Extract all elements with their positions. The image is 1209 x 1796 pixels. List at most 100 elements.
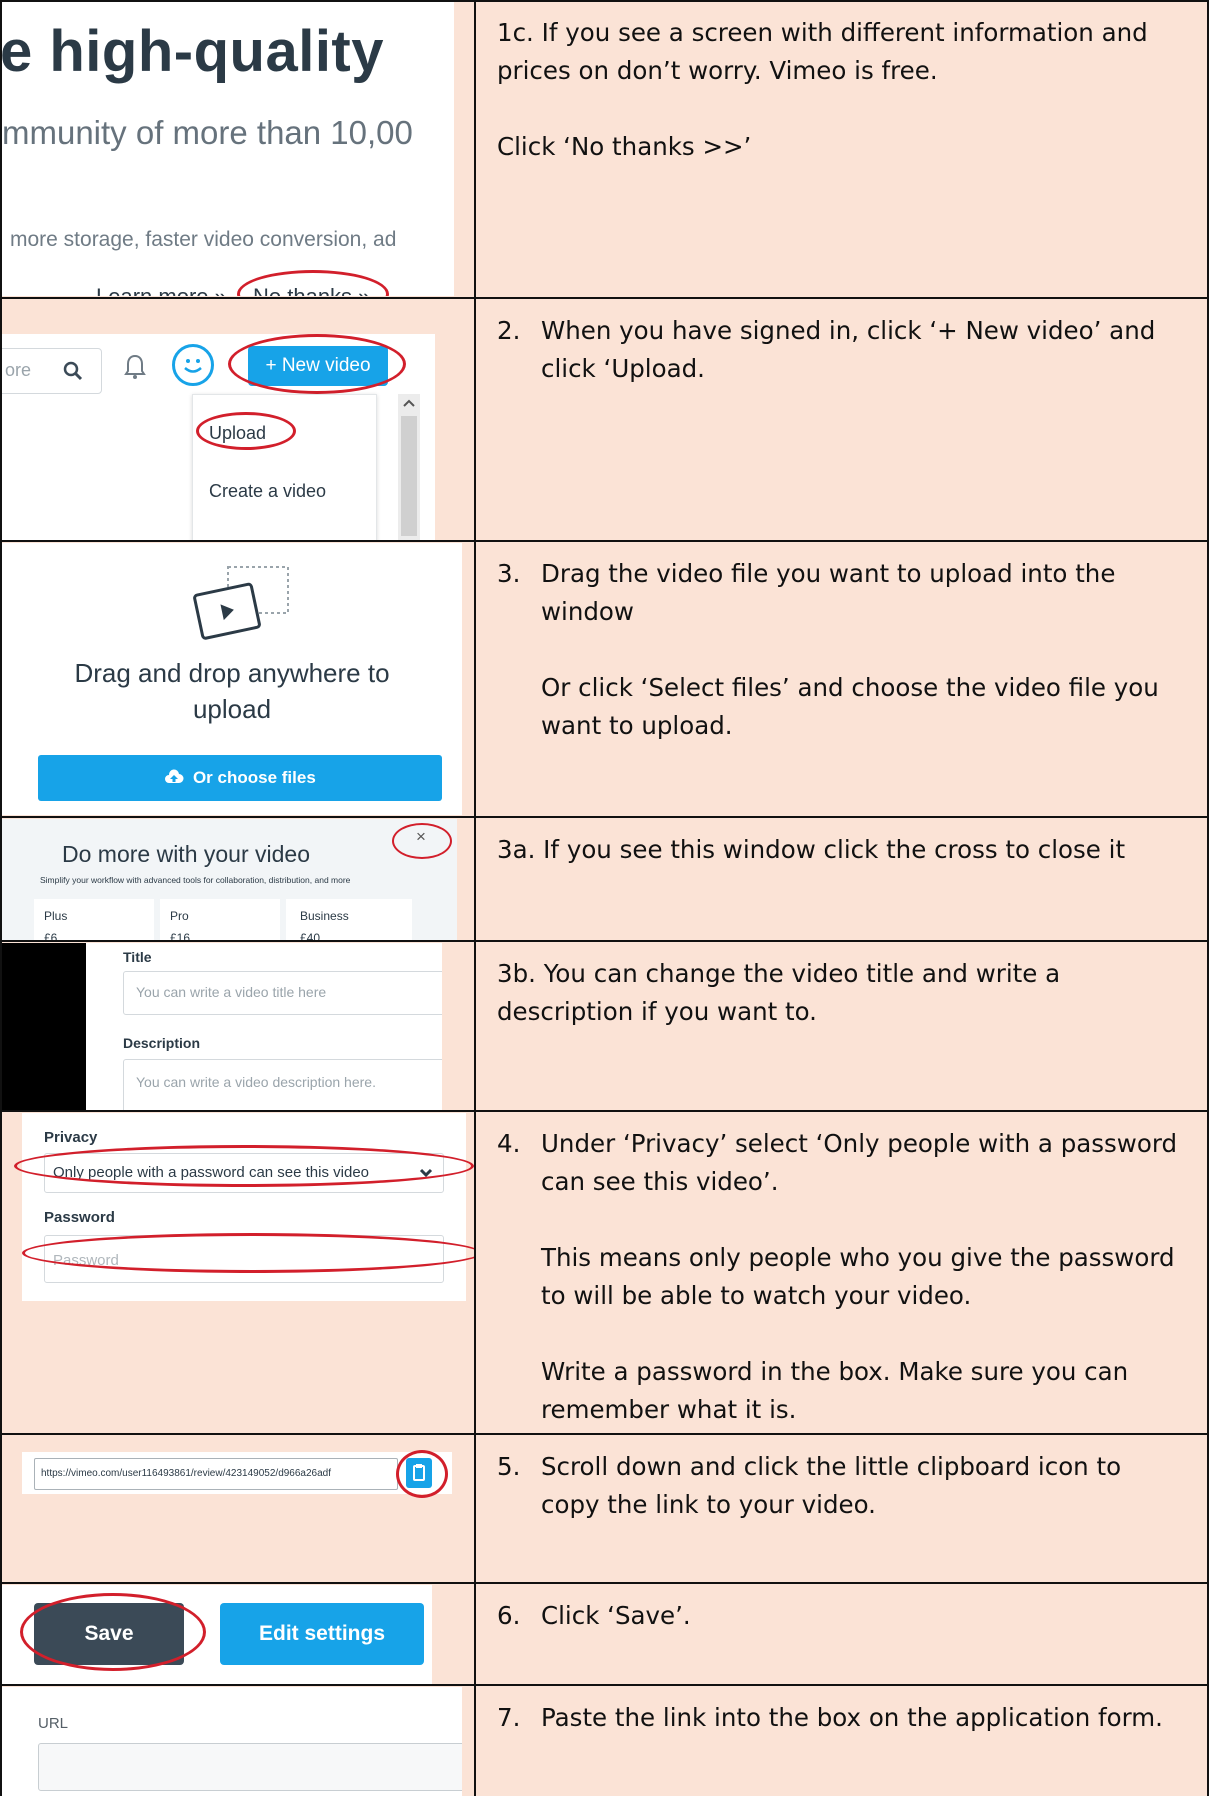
step-4-text-cell: 4. Under ‘Privacy’ select ‘Only people w…: [475, 1111, 1209, 1434]
video-upload-icon: [193, 566, 289, 640]
step-3b-row: Title You can write a video title here D…: [0, 941, 1209, 1111]
step-5-image-cell: https://vimeo.com/user116493861/review/4…: [0, 1434, 475, 1583]
step-1c-text-2: Click ‘No thanks >>’: [497, 132, 752, 161]
step-3b-text-cell: 3b. You can change the video title and w…: [475, 941, 1209, 1111]
step-3b-screenshot: Title You can write a video title here D…: [2, 943, 442, 1111]
review-link-field[interactable]: https://vimeo.com/user116493861/review/4…: [34, 1458, 398, 1490]
plan-name: Pro: [170, 909, 189, 923]
upgrade-headline: e high-quality: [2, 19, 384, 84]
step-3-screenshot: Drag and drop anywhere to upload Or choo…: [2, 543, 462, 815]
title-placeholder: You can write a video title here: [136, 984, 327, 1000]
step-3a-text-cell: 3a. If you see this window click the cro…: [475, 817, 1209, 941]
upload-highlight: [196, 412, 296, 450]
step-4-text-2: This means only people who you give the …: [541, 1243, 1175, 1310]
step-5-text-cell: 5. Scroll down and click the little clip…: [475, 1434, 1209, 1583]
upgrade-subheadline: mmunity of more than 10,00: [2, 114, 413, 151]
bell-icon[interactable]: [124, 354, 146, 380]
row-divider: [0, 816, 1209, 818]
step-3a-text: 3a. If you see this window click the cro…: [497, 835, 1126, 864]
step-1c-image-cell: e high-quality mmunity of more than 10,0…: [0, 0, 475, 298]
instruction-table: e high-quality mmunity of more than 10,0…: [0, 0, 1209, 1796]
no-thanks-highlight: [237, 270, 389, 296]
step-7-number: 7.: [497, 1703, 521, 1732]
create-video-menu-item[interactable]: Create a video: [209, 481, 326, 502]
scroll-thumb[interactable]: [401, 416, 417, 536]
step-6-image-cell: Save Edit settings: [0, 1583, 475, 1685]
save-highlight: [20, 1593, 206, 1671]
step-2-image-cell: ore + New video Upload Create a video: [0, 298, 475, 541]
password-label: Password: [44, 1209, 115, 1226]
step-1c-text: 1c. If you see a screen with different i…: [497, 18, 1148, 85]
plan-card-business[interactable]: Business £40: [286, 899, 412, 941]
row-divider: [0, 1433, 1209, 1435]
choose-files-button[interactable]: Or choose files: [38, 755, 442, 801]
table-column-divider: [474, 0, 476, 1796]
step-2-screenshot: ore + New video Upload Create a video: [2, 334, 435, 541]
step-2-text: When you have signed in, click ‘+ New vi…: [541, 316, 1156, 383]
review-link-url: https://vimeo.com/user116493861/review/4…: [41, 1468, 332, 1479]
choose-files-label: Or choose files: [192, 768, 316, 787]
scroll-up-icon[interactable]: [398, 394, 420, 412]
plan-card-plus[interactable]: Plus £6: [34, 899, 154, 941]
step-1c-text-cell: 1c. If you see a screen with different i…: [475, 0, 1209, 298]
plan-card-pro[interactable]: Pro £16: [160, 899, 280, 941]
title-label: Title: [123, 949, 152, 965]
cloud-upload-icon: [165, 769, 184, 783]
step-4-text-3: Write a password in the box. Make sure y…: [541, 1357, 1129, 1424]
search-fragment: ore: [5, 360, 32, 380]
title-input[interactable]: You can write a video title here: [123, 971, 442, 1015]
row-divider: [0, 1684, 1209, 1686]
copy-link-highlight: [396, 1450, 448, 1498]
plan-name: Business: [300, 909, 349, 923]
avatar[interactable]: [172, 344, 214, 386]
step-6-number: 6.: [497, 1601, 521, 1630]
privacy-select-highlight: [14, 1145, 474, 1187]
smiley-icon: [184, 359, 202, 373]
step-7-text: Paste the link into the box on the appli…: [541, 1703, 1163, 1732]
search-icon: [63, 361, 83, 381]
url-field-label: URL: [38, 1715, 69, 1732]
upgrade-modal-title: Do more with your video: [62, 841, 310, 867]
plan-name: Plus: [44, 909, 68, 923]
step-4-image-cell: Privacy Only people with a password can …: [0, 1111, 475, 1434]
step-3a-screenshot: Do more with your video Simplify your wo…: [2, 819, 457, 941]
step-4-number: 4.: [497, 1129, 521, 1158]
step-4-text: Under ‘Privacy’ select ‘Only people with…: [541, 1129, 1178, 1196]
step-3-row: Drag and drop anywhere to upload Or choo…: [0, 541, 1209, 817]
step-3-image-cell: Drag and drop anywhere to upload Or choo…: [0, 541, 475, 817]
description-placeholder: You can write a video description here.: [136, 1074, 376, 1090]
row-divider: [0, 940, 1209, 942]
step-1c-screenshot: e high-quality mmunity of more than 10,0…: [2, 2, 454, 296]
upgrade-modal-subtitle: Simplify your workflow with advanced too…: [40, 875, 351, 885]
step-3-text-2: Or click ‘Select files’ and choose the v…: [541, 673, 1159, 740]
scrollbar[interactable]: [398, 394, 420, 541]
step-5-screenshot: https://vimeo.com/user116493861/review/4…: [22, 1452, 452, 1494]
password-input-highlight: [22, 1233, 475, 1273]
url-field-input[interactable]: [38, 1743, 462, 1791]
row-divider: [0, 1582, 1209, 1584]
step-5-text: Scroll down and click the little clipboa…: [541, 1452, 1122, 1519]
video-thumbnail: [2, 943, 86, 1111]
row-divider: [0, 297, 1209, 299]
step-3a-image-cell: Do more with your video Simplify your wo…: [0, 817, 475, 941]
step-2-text-cell: 2. When you have signed in, click ‘+ New…: [475, 298, 1209, 541]
step-1c-row: e high-quality mmunity of more than 10,0…: [0, 0, 1209, 298]
step-7-row: URL 7. Paste the link into the box on th…: [0, 1685, 1209, 1796]
step-3a-row: Do more with your video Simplify your wo…: [0, 817, 1209, 941]
step-3-text-cell: 3. Drag the video file you want to uploa…: [475, 541, 1209, 817]
step-7-screenshot: URL: [2, 1687, 462, 1796]
learn-more-link[interactable]: Learn more »: [96, 284, 227, 296]
step-5-number: 5.: [497, 1452, 521, 1481]
step-3-text: Drag the video file you want to upload i…: [541, 559, 1116, 626]
search-box[interactable]: ore: [2, 348, 102, 394]
step-3b-image-cell: Title You can write a video title here D…: [0, 941, 475, 1111]
edit-settings-button[interactable]: Edit settings: [220, 1603, 424, 1665]
drag-drop-text: Drag and drop anywhere to upload: [74, 658, 390, 724]
step-5-row: https://vimeo.com/user116493861/review/4…: [0, 1434, 1209, 1583]
close-highlight: [392, 823, 452, 859]
step-4-row: Privacy Only people with a password can …: [0, 1111, 1209, 1434]
description-label: Description: [123, 1035, 201, 1051]
step-6-text: Click ‘Save’.: [541, 1601, 691, 1630]
row-divider: [0, 1110, 1209, 1112]
description-input[interactable]: You can write a video description here.: [123, 1059, 442, 1111]
